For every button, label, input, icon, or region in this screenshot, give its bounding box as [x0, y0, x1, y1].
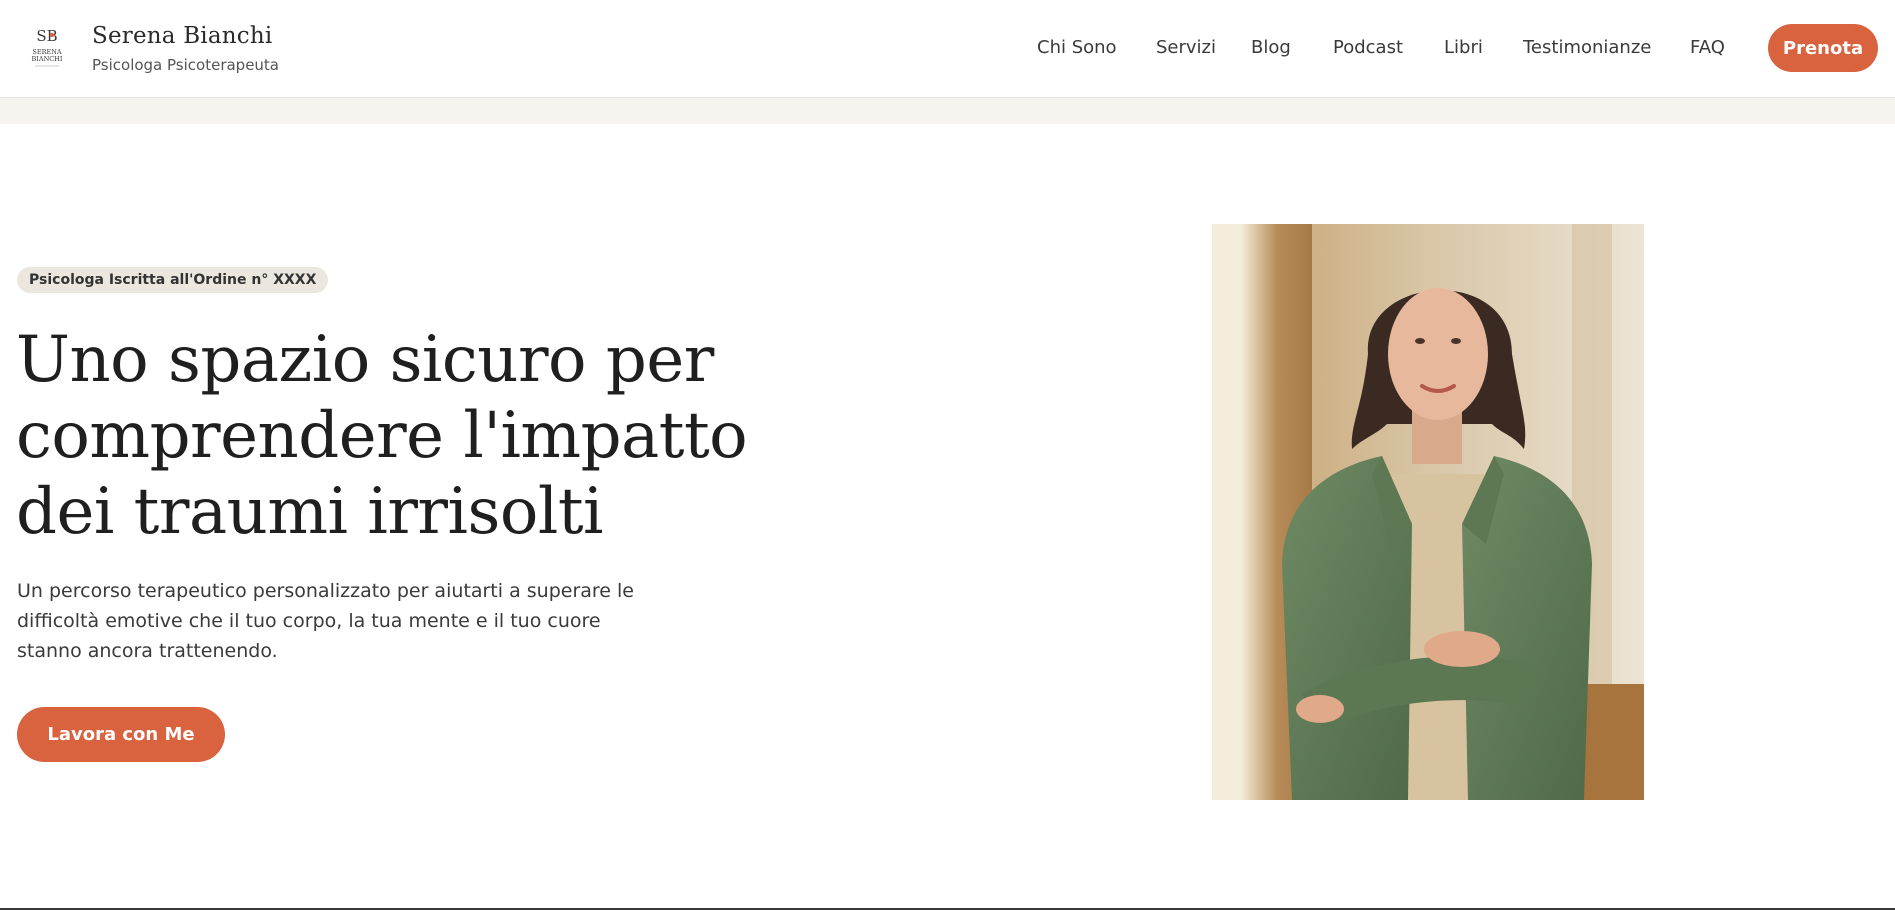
registration-badge: Psicologa Iscritta all'Ordine n° XXXX [17, 267, 329, 293]
site-header: SB SERENA BIANCHI Serena Bianchi Psicolo… [0, 0, 1895, 98]
right-eye [1451, 338, 1461, 344]
left-hand [1296, 695, 1344, 723]
nav-item-chi-sono[interactable]: Chi Sono [1037, 37, 1117, 58]
portrait-photo [1212, 224, 1644, 800]
left-eye [1415, 338, 1425, 344]
brand-name[interactable]: Serena Bianchi [92, 23, 272, 49]
hero-description: Un percorso terapeutico personalizzato p… [17, 580, 634, 662]
lavora-con-me-button[interactable]: Lavora con Me [17, 707, 225, 762]
logo-letters: SB [36, 27, 57, 45]
nav-item-testimonianze[interactable]: Testimonianze [1523, 37, 1651, 58]
monogram-logo-icon[interactable]: SB SERENA BIANCHI [26, 25, 68, 71]
face [1388, 288, 1488, 420]
hero-title: Uno spazio sicuro per comprendere l'impa… [16, 323, 748, 549]
prenota-button[interactable]: Prenota [1768, 24, 1878, 72]
logo-text-line2: BIANCHI [32, 55, 63, 63]
nav-item-blog[interactable]: Blog [1251, 37, 1291, 58]
right-hand [1424, 631, 1500, 667]
nav-item-libri[interactable]: Libri [1444, 37, 1483, 58]
header-divider-strip [0, 98, 1895, 124]
nav-item-podcast[interactable]: Podcast [1333, 37, 1403, 58]
nav-item-faq[interactable]: FAQ [1690, 37, 1725, 58]
brand-subtitle: Psicologa Psicoterapeuta [92, 56, 280, 74]
nav-item-servizi[interactable]: Servizi [1156, 37, 1216, 58]
logo-dot [49, 32, 55, 38]
